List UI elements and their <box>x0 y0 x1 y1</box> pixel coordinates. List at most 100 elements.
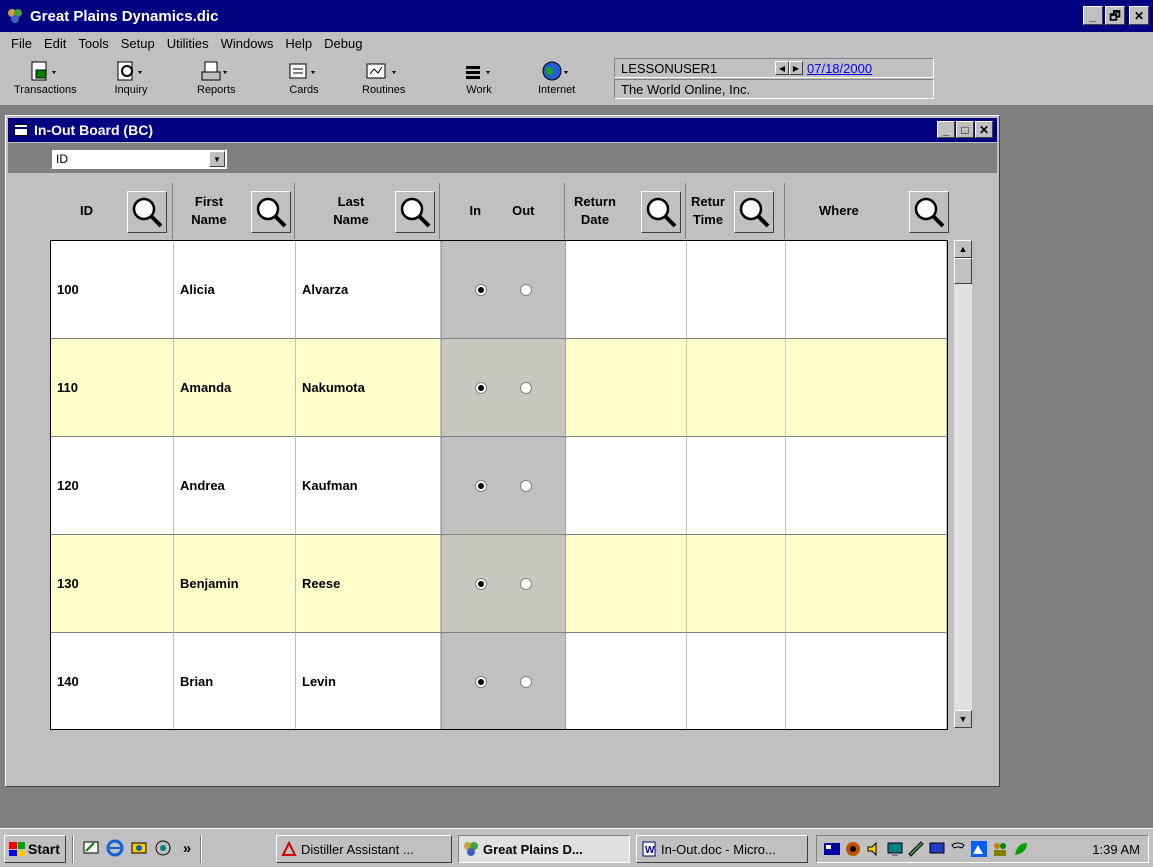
date-prev-button[interactable]: ◀ <box>775 61 789 75</box>
cell-id[interactable]: 120 <box>51 437 174 535</box>
table-row[interactable]: 120 Andrea Kaufman <box>51 437 947 535</box>
app-restore-button[interactable]: 🗗 <box>1105 6 1125 25</box>
lookup-id-button[interactable] <box>127 191 167 233</box>
menu-tools[interactable]: Tools <box>72 36 114 51</box>
taskbar-clock[interactable]: 1:39 AM <box>1092 842 1140 857</box>
cell-return-time[interactable] <box>687 535 786 633</box>
cell-return-date[interactable] <box>566 633 687 729</box>
toolbar-cards-button[interactable]: Cards <box>287 60 321 96</box>
cell-id[interactable]: 100 <box>51 241 174 339</box>
child-maximize-button[interactable]: □ <box>956 121 974 138</box>
app-close-button[interactable]: ✕ <box>1129 6 1149 25</box>
cell-return-date[interactable] <box>566 535 687 633</box>
scroll-down-button[interactable]: ▼ <box>954 710 972 728</box>
cell-return-time[interactable] <box>687 339 786 437</box>
scroll-thumb[interactable] <box>954 258 972 284</box>
tray-phone-icon[interactable] <box>949 840 967 858</box>
table-row[interactable]: 110 Amanda Nakumota <box>51 339 947 437</box>
cell-return-time[interactable] <box>687 437 786 535</box>
tray-leaf-icon[interactable] <box>1012 840 1030 858</box>
volume-icon[interactable] <box>865 840 883 858</box>
lookup-first-name-button[interactable] <box>251 191 291 233</box>
toolbar-inquiry-button[interactable]: Inquiry <box>114 60 148 96</box>
table-row[interactable]: 140 Brian Levin <box>51 633 947 729</box>
user-date-link[interactable]: 07/18/2000 <box>807 61 872 76</box>
lookup-return-time-button[interactable] <box>734 191 774 233</box>
toolbar-work-button[interactable]: Work <box>462 60 496 96</box>
cell-return-time[interactable] <box>687 633 786 729</box>
cell-where[interactable] <box>786 339 947 437</box>
menu-edit[interactable]: Edit <box>38 36 72 51</box>
cell-return-time[interactable] <box>687 241 786 339</box>
cell-id[interactable]: 140 <box>51 633 174 729</box>
radio-in[interactable] <box>474 675 487 688</box>
radio-out[interactable] <box>520 479 533 492</box>
radio-in[interactable] <box>474 479 487 492</box>
cell-where[interactable] <box>786 633 947 729</box>
cell-id[interactable]: 110 <box>51 339 174 437</box>
scroll-up-button[interactable]: ▲ <box>954 240 972 258</box>
cell-where[interactable] <box>786 437 947 535</box>
quicklaunch-chevron-icon[interactable]: » <box>176 837 198 859</box>
window-menu-icon[interactable] <box>14 124 28 136</box>
cell-last-name[interactable]: Nakumota <box>296 339 441 437</box>
tray-monitor-icon[interactable] <box>928 840 946 858</box>
sort-by-dropdown[interactable]: ID ▼ <box>51 149 227 169</box>
cell-id[interactable]: 130 <box>51 535 174 633</box>
radio-out[interactable] <box>520 283 533 296</box>
tray-tools-icon[interactable] <box>907 840 925 858</box>
cell-where[interactable] <box>786 241 947 339</box>
task-word-document[interactable]: W In-Out.doc - Micro... <box>636 835 808 863</box>
radio-in[interactable] <box>474 283 487 296</box>
task-great-plains[interactable]: Great Plains D... <box>458 835 630 863</box>
table-row[interactable]: 100 Alicia Alvarza <box>51 241 947 339</box>
cell-first-name[interactable]: Andrea <box>174 437 296 535</box>
internet-explorer-icon[interactable] <box>104 837 126 859</box>
outlook-icon[interactable] <box>128 837 150 859</box>
lookup-last-name-button[interactable] <box>395 191 435 233</box>
chevron-down-icon[interactable]: ▼ <box>209 151 225 167</box>
cell-first-name[interactable]: Brian <box>174 633 296 729</box>
menu-debug[interactable]: Debug <box>318 36 368 51</box>
cell-last-name[interactable]: Reese <box>296 535 441 633</box>
menu-windows[interactable]: Windows <box>215 36 280 51</box>
table-row[interactable]: 130 Benjamin Reese <box>51 535 947 633</box>
quicklaunch-desktop-icon[interactable] <box>80 837 102 859</box>
app-minimize-button[interactable]: _ <box>1083 6 1103 25</box>
menu-setup[interactable]: Setup <box>115 36 161 51</box>
cell-return-date[interactable] <box>566 339 687 437</box>
radio-in[interactable] <box>474 381 487 394</box>
radio-in[interactable] <box>474 577 487 590</box>
child-minimize-button[interactable]: _ <box>937 121 955 138</box>
tray-people-icon[interactable] <box>991 840 1009 858</box>
start-button[interactable]: Start <box>4 835 66 863</box>
lookup-return-date-button[interactable] <box>641 191 681 233</box>
cell-where[interactable] <box>786 535 947 633</box>
tray-display-icon[interactable] <box>886 840 904 858</box>
radio-out[interactable] <box>520 577 533 590</box>
tray-app-icon[interactable] <box>823 840 841 858</box>
cell-return-date[interactable] <box>566 437 687 535</box>
radio-out[interactable] <box>520 675 533 688</box>
menu-utilities[interactable]: Utilities <box>161 36 215 51</box>
cell-last-name[interactable]: Levin <box>296 633 441 729</box>
cell-first-name[interactable]: Alicia <box>174 241 296 339</box>
tray-chart-icon[interactable] <box>970 840 988 858</box>
tray-network-icon[interactable] <box>844 840 862 858</box>
cell-last-name[interactable]: Kaufman <box>296 437 441 535</box>
date-next-button[interactable]: ▶ <box>789 61 803 75</box>
menu-help[interactable]: Help <box>279 36 318 51</box>
toolbar-reports-button[interactable]: Reports <box>197 60 236 96</box>
quicklaunch-app-icon[interactable] <box>152 837 174 859</box>
cell-first-name[interactable]: Amanda <box>174 339 296 437</box>
toolbar-transactions-button[interactable]: Transactions <box>14 60 77 96</box>
toolbar-internet-button[interactable]: Internet <box>538 60 575 96</box>
radio-out[interactable] <box>520 381 533 394</box>
lookup-where-button[interactable] <box>909 191 949 233</box>
child-close-button[interactable]: ✕ <box>975 121 993 138</box>
grid-vertical-scrollbar[interactable]: ▲ ▼ <box>954 240 972 728</box>
cell-last-name[interactable]: Alvarza <box>296 241 441 339</box>
toolbar-routines-button[interactable]: Routines <box>362 60 405 96</box>
task-distiller-assistant[interactable]: Distiller Assistant ... <box>276 835 452 863</box>
cell-first-name[interactable]: Benjamin <box>174 535 296 633</box>
